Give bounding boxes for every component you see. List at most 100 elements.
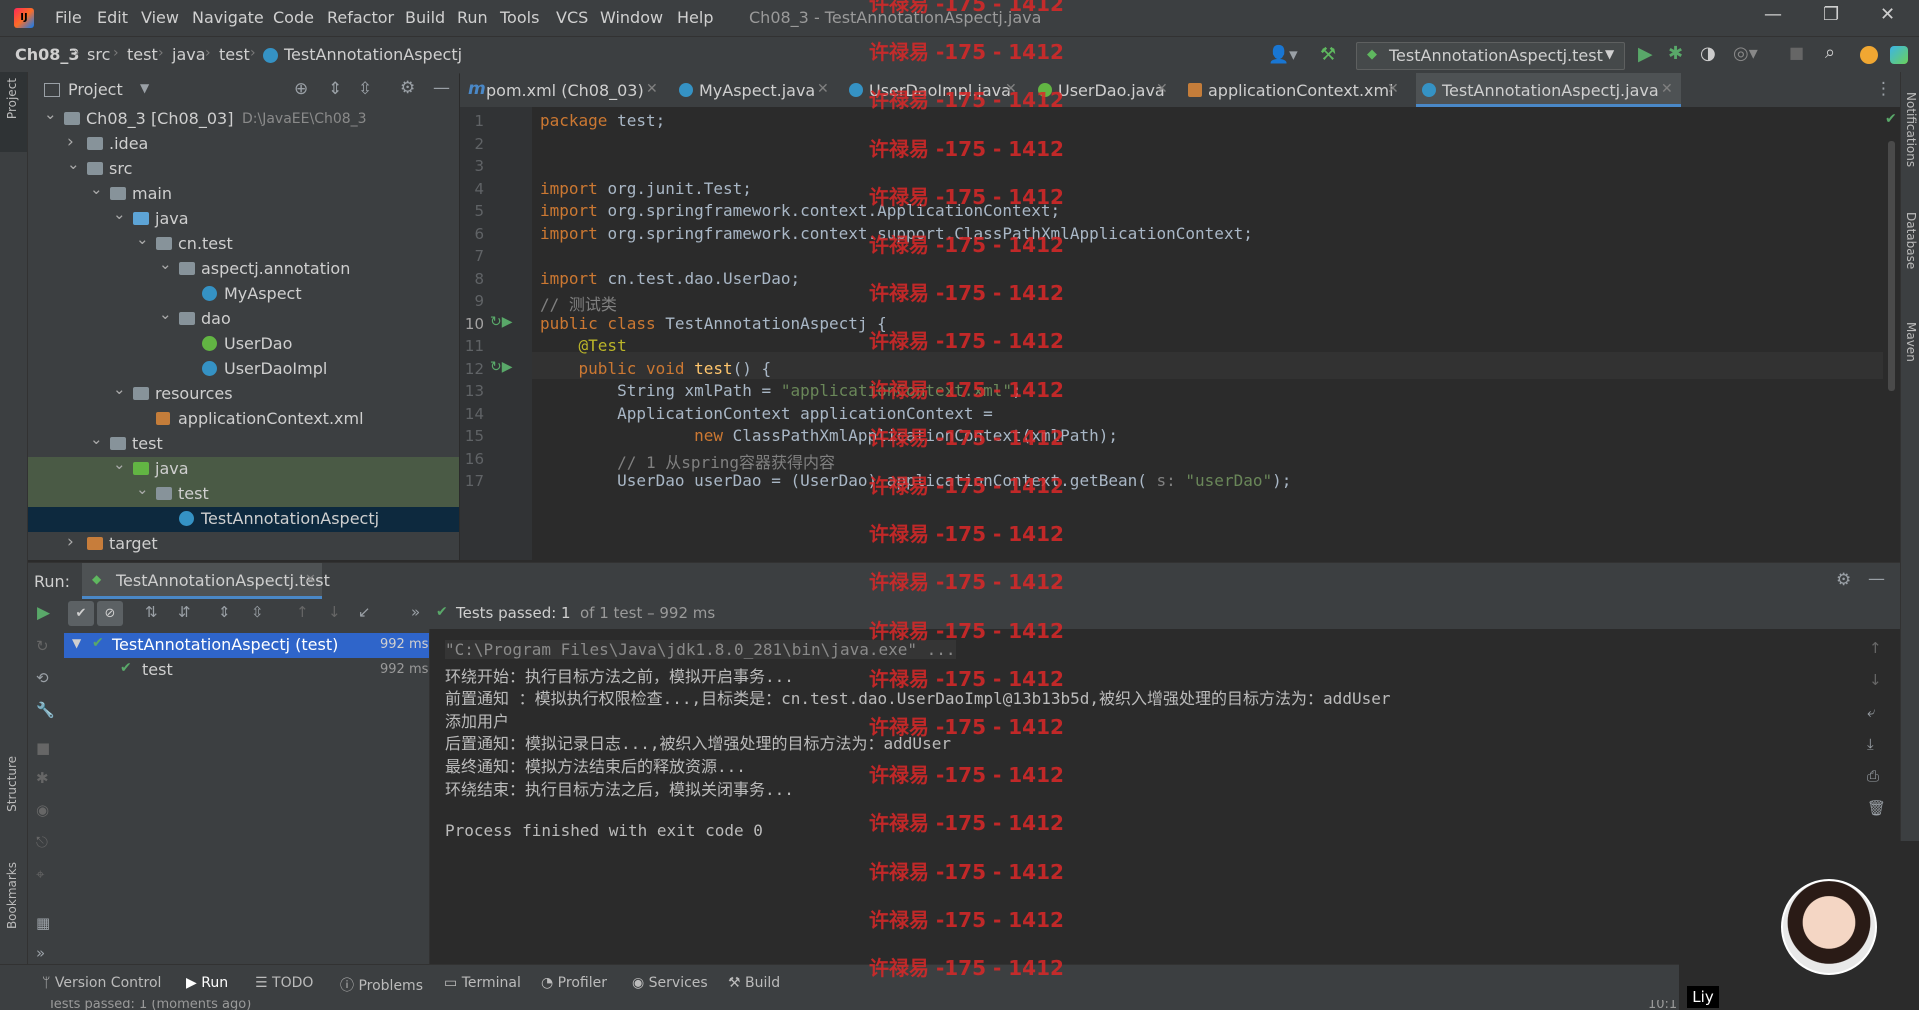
notifications-tool-tab[interactable]: Notifications [1904, 92, 1918, 167]
soft-wrap-icon[interactable]: ⤶ [1867, 703, 1875, 721]
scroll-to-end-icon[interactable]: ⤓ [1867, 735, 1874, 753]
tree-item[interactable]: ⌄ aspectj.annotation [28, 255, 459, 282]
wrench-icon[interactable]: 🔧 [36, 701, 55, 719]
locate-icon[interactable]: ⊕ [294, 79, 308, 99]
run-tool-tab[interactable]: ▶ Run [186, 975, 228, 991]
breadcrumb-java[interactable]: java [172, 45, 206, 64]
chevron-down-icon[interactable]: ⌄ [67, 155, 80, 173]
arrow-down-icon[interactable]: ↓ [1869, 671, 1882, 689]
sort-duration-icon[interactable]: ⇵ [178, 603, 191, 621]
pin-icon[interactable]: ⌖ [36, 865, 44, 883]
hide-icon[interactable]: — [433, 78, 450, 98]
menu-vcs[interactable]: VCS [556, 8, 588, 27]
minimize-icon[interactable]: — [1764, 4, 1782, 25]
structure-tool-tab[interactable]: Structure [5, 756, 19, 812]
maven-tool-tab[interactable]: Maven [1904, 322, 1918, 362]
database-tool-tab[interactable]: Database [1904, 212, 1918, 269]
breadcrumb-test[interactable]: test [127, 45, 158, 64]
chevron-down-icon[interactable]: ⌄ [44, 107, 57, 123]
debug-icon[interactable]: ✱ [36, 769, 49, 787]
trash-icon[interactable]: 🗑 [1867, 799, 1886, 817]
restore-icon[interactable]: ❐ [1823, 4, 1839, 25]
tree-item[interactable]: MyAspect [28, 282, 459, 307]
more-icon[interactable]: » [36, 944, 45, 962]
close-tab-icon[interactable]: ✕ [646, 81, 658, 97]
menu-window[interactable]: Window [600, 8, 663, 27]
chevron-down-icon[interactable]: ⌄ [90, 180, 103, 198]
tab-testannotationaspectj[interactable]: TestAnnotationAspectj.java ✕ [1416, 73, 1681, 107]
version-control-tab[interactable]: ᛘ Version Control [42, 975, 161, 991]
code-editor[interactable]: package test; import org.junit.Test; impor… [532, 107, 1883, 560]
tab-pom-xml[interactable]: m pom.xml (Ch08_03) ✕ [460, 73, 667, 107]
services-tab[interactable]: ◉ Services [632, 975, 708, 991]
menu-edit[interactable]: Edit [97, 8, 128, 27]
collapse-all-icon[interactable]: ⇳ [251, 603, 264, 621]
tree-item[interactable]: ⌄ src [28, 155, 459, 182]
bookmarks-tool-tab[interactable]: Bookmarks [5, 862, 19, 929]
chevron-down-icon[interactable]: ⌄ [159, 305, 172, 323]
tree-item[interactable]: ⌄ java [28, 205, 459, 232]
tree-item[interactable]: UserDao [28, 332, 459, 357]
gear-icon[interactable]: ⚙ [1836, 570, 1851, 590]
profile-icon[interactable]: ◎▾ [1733, 43, 1758, 64]
more-tabs-icon[interactable]: ⋮ [1875, 79, 1892, 99]
todo-tab[interactable]: ☰ TODO [255, 975, 313, 991]
gear-icon[interactable]: ⚙ [400, 78, 415, 98]
show-ignored-icon[interactable]: ⊘ [97, 601, 123, 626]
tree-item[interactable]: ⌄ dao [28, 305, 459, 332]
arrow-up-icon[interactable]: ↑ [296, 603, 309, 621]
menu-code[interactable]: Code [273, 8, 314, 27]
expand-all-icon[interactable]: ⇕ [218, 603, 231, 621]
problems-tab[interactable]: ⓘ Problems [340, 975, 423, 995]
breadcrumb-test-pkg[interactable]: test [219, 45, 250, 64]
run-tab[interactable]: ◆ TestAnnotationAspectj.test ✕ [82, 563, 330, 599]
build-tab[interactable]: ⚒ Build [728, 975, 780, 991]
project-panel-title[interactable]: Project [68, 80, 123, 99]
menu-build[interactable]: Build [405, 8, 445, 27]
more-icon[interactable]: » [411, 603, 420, 621]
user-icon[interactable]: 👤▾ [1268, 45, 1298, 65]
chevron-down-icon[interactable]: ⌄ [113, 380, 126, 398]
chevron-right-icon[interactable]: › [67, 532, 74, 552]
close-tab-icon[interactable]: ✕ [817, 81, 829, 97]
run-icon[interactable]: ▶ [1638, 43, 1653, 65]
close-tab-icon[interactable]: ✕ [1661, 81, 1673, 97]
rerun-failed-icon[interactable]: ↻ [36, 637, 49, 655]
tree-item[interactable]: ⌄ test [28, 430, 459, 457]
tree-item[interactable]: UserDaoImpl [28, 357, 459, 382]
test-row-suite[interactable]: ▼ ✔ TestAnnotationAspectj (test) 992 ms [64, 633, 429, 658]
run-gutter-icon[interactable]: ↻▶ [490, 359, 513, 375]
arrow-up-icon[interactable]: ↑ [1869, 639, 1882, 657]
chevron-down-icon[interactable]: ⌄ [136, 230, 149, 248]
console-output[interactable]: "C:\Program Files\Java\jdk1.8.0_281\bin\… [430, 629, 1855, 964]
toggle-auto-test-icon[interactable]: ⟲ [36, 669, 49, 687]
menu-tools[interactable]: Tools [500, 8, 539, 27]
tree-item[interactable]: ⌄ test [28, 480, 459, 507]
stop-icon[interactable]: ■ [1789, 43, 1804, 62]
chevron-down-icon[interactable]: ⌄ [136, 480, 149, 498]
tree-item[interactable]: ⌄ resources [28, 380, 459, 407]
scrollbar-thumb[interactable] [1888, 141, 1895, 391]
tree-item[interactable]: applicationContext.xml [28, 407, 459, 432]
caret-position[interactable]: 10:1 [1648, 1000, 1677, 1010]
toolbox-icon[interactable] [1890, 46, 1908, 64]
terminal-tab[interactable]: ▭ Terminal [444, 975, 521, 991]
coverage-icon[interactable]: ◑ [1700, 43, 1716, 64]
export-icon[interactable]: ↙ [358, 603, 371, 621]
close-tab-icon[interactable]: ✕ [1387, 81, 1399, 97]
sort-alpha-icon[interactable]: ⇅ [145, 603, 158, 621]
tree-item[interactable]: TestAnnotationAspectj [28, 507, 459, 532]
rerun-icon[interactable]: ▶ [37, 603, 50, 623]
tab-myaspect[interactable]: MyAspect.java ✕ [673, 73, 835, 107]
layout-icon[interactable]: ▦ [36, 914, 50, 932]
chevron-down-icon[interactable]: ⌄ [113, 205, 126, 223]
search-icon[interactable]: ⌕ [1825, 42, 1835, 63]
tree-item[interactable]: › target [28, 532, 459, 557]
tree-item[interactable]: ⌄ java [28, 455, 459, 482]
menu-help[interactable]: Help [677, 8, 713, 27]
breadcrumb-src[interactable]: src [87, 45, 110, 64]
run-configuration-select[interactable]: ◆ TestAnnotationAspectj.test ▼ [1356, 42, 1625, 70]
arrow-down-icon[interactable]: ↓ [328, 603, 341, 621]
chevron-down-icon[interactable]: ⌄ [113, 455, 126, 473]
tree-item[interactable]: › .idea [28, 132, 459, 157]
